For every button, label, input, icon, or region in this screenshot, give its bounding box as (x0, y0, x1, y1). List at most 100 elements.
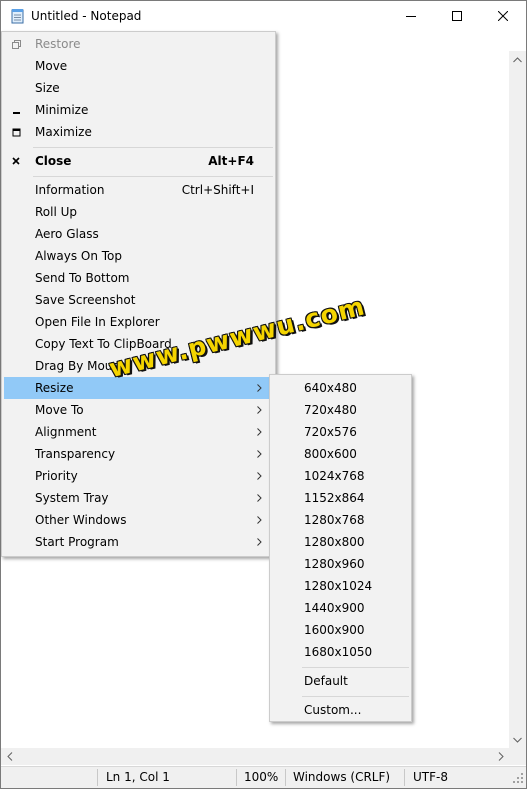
resize-option[interactable]: 1440x900 (272, 597, 409, 619)
resize-grip-icon[interactable] (513, 772, 523, 786)
menu-item-label: Send To Bottom (35, 271, 130, 285)
menu-item-restore[interactable]: Restore (4, 33, 273, 55)
menu-item-priority[interactable]: Priority (4, 465, 273, 487)
resize-option[interactable]: 1280x960 (272, 553, 409, 575)
resize-option-label: 720x576 (304, 425, 357, 439)
status-separator (404, 769, 405, 786)
menu-item-start-program[interactable]: Start Program (4, 531, 273, 553)
menu-item-label: Close (35, 154, 72, 168)
scroll-right-arrow-icon[interactable] (492, 748, 509, 765)
menu-item-label: Resize (35, 381, 74, 395)
menu-item-send-to-bottom[interactable]: Send To Bottom (4, 267, 273, 289)
resize-submenu: 640x480 720x480 720x576 800x600 1024x768… (269, 374, 412, 722)
resize-option-label: 1152x864 (304, 491, 365, 505)
resize-option[interactable]: 640x480 (272, 377, 409, 399)
resize-option[interactable]: 1152x864 (272, 487, 409, 509)
menu-item-label: Information (35, 183, 105, 197)
menu-item-drag-by-mouse[interactable]: Drag By Mouse (4, 355, 273, 377)
scroll-up-arrow-icon[interactable] (509, 51, 526, 68)
status-separator (236, 769, 237, 786)
resize-option-label: 1024x768 (304, 469, 365, 483)
status-separator (97, 769, 98, 786)
resize-option-label: 1280x960 (304, 557, 365, 571)
status-separator (285, 769, 286, 786)
resize-option[interactable]: 1280x800 (272, 531, 409, 553)
menu-item-roll-up[interactable]: Roll Up (4, 201, 273, 223)
resize-option-label: 640x480 (304, 381, 357, 395)
menu-item-label: Size (35, 81, 60, 95)
menu-item-label: Other Windows (35, 513, 127, 527)
window-title: Untitled - Notepad (31, 9, 142, 23)
menu-item-close[interactable]: Close Alt+F4 (4, 150, 273, 172)
resize-option[interactable]: 1600x900 (272, 619, 409, 641)
scroll-down-arrow-icon[interactable] (509, 731, 526, 748)
menu-item-label: Transparency (35, 447, 116, 461)
menu-item-save-screenshot[interactable]: Save Screenshot (4, 289, 273, 311)
menu-item-maximize[interactable]: Maximize (4, 121, 273, 143)
scrollbar-corner (509, 748, 526, 765)
resize-option[interactable]: 800x600 (272, 443, 409, 465)
menu-item-shortcut: Ctrl+Shift+I (181, 183, 254, 197)
menu-item-label: Move To (35, 403, 84, 417)
close-button[interactable] (480, 1, 526, 32)
scroll-left-arrow-icon[interactable] (1, 748, 18, 765)
line-ending: Windows (CRLF) (293, 770, 391, 784)
menu-item-aero-glass[interactable]: Aero Glass (4, 223, 273, 245)
menu-item-label: Always On Top (35, 249, 122, 263)
encoding: UTF-8 (413, 770, 448, 784)
resize-option[interactable]: 720x480 (272, 399, 409, 421)
chevron-right-icon (257, 531, 265, 553)
menu-item-system-tray[interactable]: System Tray (4, 487, 273, 509)
resize-option-label: 800x600 (304, 447, 357, 461)
maximize-icon (9, 121, 23, 143)
resize-option[interactable]: 1280x1024 (272, 575, 409, 597)
menu-item-label: Priority (35, 469, 78, 483)
resize-option[interactable]: 1680x1050 (272, 641, 409, 663)
menu-item-copy-text[interactable]: Copy Text To ClipBoard (4, 333, 273, 355)
horizontal-scrollbar[interactable] (1, 748, 509, 765)
resize-option[interactable]: 1280x768 (272, 509, 409, 531)
menu-item-alignment[interactable]: Alignment (4, 421, 273, 443)
menu-item-transparency[interactable]: Transparency (4, 443, 273, 465)
resize-option-label: 1280x1024 (304, 579, 373, 593)
menu-item-resize[interactable]: Resize (4, 377, 273, 399)
resize-option[interactable]: 1024x768 (272, 465, 409, 487)
status-bar: Ln 1, Col 1 100% Windows (CRLF) UTF-8 (1, 766, 526, 788)
minimize-button[interactable] (388, 1, 434, 32)
resize-default[interactable]: Default (272, 670, 409, 692)
maximize-button[interactable] (434, 1, 480, 32)
menu-item-label: Start Program (35, 535, 119, 549)
resize-option[interactable]: 720x576 (272, 421, 409, 443)
menu-item-open-file-in-explorer[interactable]: Open File In Explorer (4, 311, 273, 333)
chevron-right-icon (257, 509, 265, 531)
resize-custom[interactable]: Custom... (272, 699, 409, 721)
resize-option-label: 1600x900 (304, 623, 365, 637)
close-icon (9, 150, 23, 172)
resize-option-label: Custom... (304, 703, 362, 717)
menu-item-shortcut: Alt+F4 (208, 154, 254, 168)
vertical-scrollbar[interactable] (509, 51, 526, 748)
chevron-right-icon (257, 377, 265, 399)
menu-item-label: Save Screenshot (35, 293, 136, 307)
chevron-right-icon (257, 487, 265, 509)
menu-item-move[interactable]: Move (4, 55, 273, 77)
menu-item-minimize[interactable]: Minimize (4, 99, 273, 121)
menu-item-label: Copy Text To ClipBoard (35, 337, 172, 351)
menu-item-label: Drag By Mouse (35, 359, 127, 373)
chevron-right-icon (257, 465, 265, 487)
minimize-icon (406, 10, 416, 24)
chevron-right-icon (257, 399, 265, 421)
menu-item-always-on-top[interactable]: Always On Top (4, 245, 273, 267)
menu-item-label: System Tray (35, 491, 109, 505)
notepad-icon[interactable] (10, 8, 26, 24)
menu-item-label: Minimize (35, 103, 89, 117)
menu-separator (33, 176, 273, 177)
resize-option-label: 1280x768 (304, 513, 365, 527)
menu-item-label: Open File In Explorer (35, 315, 160, 329)
menu-item-other-windows[interactable]: Other Windows (4, 509, 273, 531)
menu-item-information[interactable]: Information Ctrl+Shift+I (4, 179, 273, 201)
menu-item-move-to[interactable]: Move To (4, 399, 273, 421)
restore-icon (9, 33, 23, 55)
menu-item-size[interactable]: Size (4, 77, 273, 99)
title-bar[interactable]: Untitled - Notepad (1, 1, 526, 32)
